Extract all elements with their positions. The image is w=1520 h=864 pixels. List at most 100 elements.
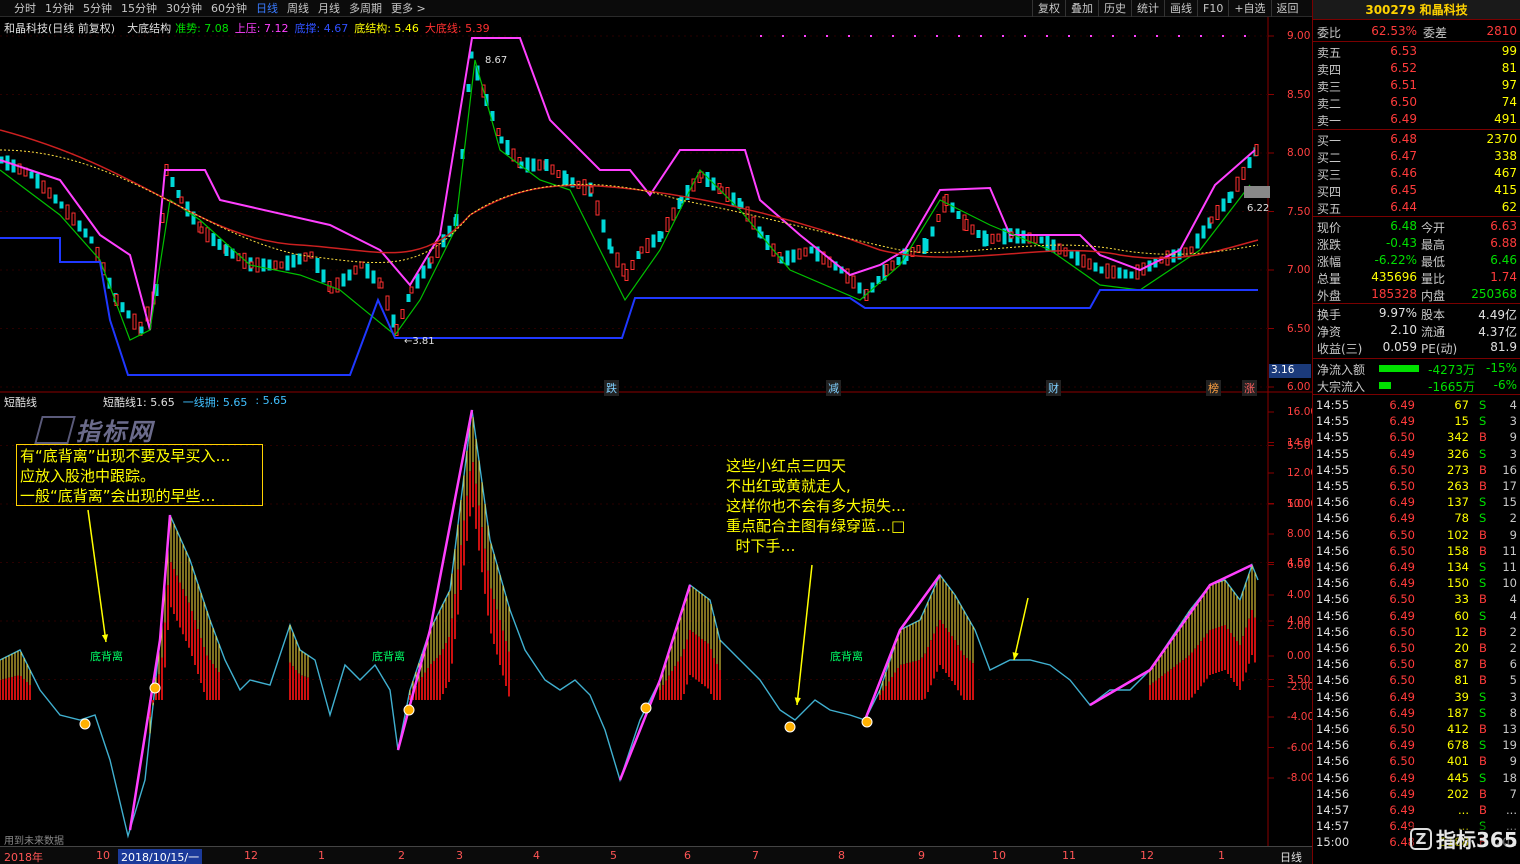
signal-dot[interactable] bbox=[403, 704, 415, 716]
tick-cell: B bbox=[1479, 592, 1487, 607]
tool-4[interactable]: 画线 bbox=[1164, 0, 1197, 17]
tick-row: 14:57 6.49... B... bbox=[1313, 802, 1520, 818]
low-annot: ←3.81 bbox=[404, 336, 435, 347]
indicator-name[interactable]: 大底结构 bbox=[127, 20, 171, 35]
price-tick: 9.00 bbox=[1287, 30, 1311, 42]
tick-cell: 4 bbox=[1509, 398, 1517, 412]
buy-price: 6.44 bbox=[1390, 200, 1417, 214]
tick-cell: 6.50 bbox=[1389, 592, 1415, 607]
tool-5[interactable]: F10 bbox=[1197, 0, 1228, 17]
period-8[interactable]: 月线 bbox=[318, 0, 340, 16]
tool-0[interactable]: 复权 bbox=[1032, 0, 1065, 17]
kline-chart[interactable]: 8.67 ←3.81 6.22 bbox=[0, 17, 1312, 846]
tick-cell: 6.50 bbox=[1389, 543, 1415, 558]
tick-cell: 9 bbox=[1509, 527, 1517, 542]
sell-price: 6.49 bbox=[1390, 112, 1417, 126]
quote-l1: 现价 bbox=[1317, 221, 1342, 235]
sell-price: 6.50 bbox=[1390, 95, 1417, 109]
tool-7[interactable]: 返回 bbox=[1270, 0, 1304, 17]
event-marker-2[interactable]: 财 bbox=[1046, 380, 1061, 396]
tool-buttons: 复权 叠加 历史 统计 画线 F10 +自选 返回 bbox=[1032, 0, 1304, 17]
date-axis[interactable]: 日线 2018年 10 2018/10/15/一 12 1 2 3 4 5 6 7 8 9 10 11 12 1 bbox=[0, 846, 1312, 864]
date-label-7: 4 bbox=[533, 849, 540, 862]
period-label[interactable]: 日线 bbox=[1280, 849, 1302, 864]
quote-v1: 185328 bbox=[1371, 287, 1417, 301]
period-10[interactable]: 更多 > bbox=[391, 0, 426, 16]
signal-dot[interactable] bbox=[861, 716, 873, 728]
separator bbox=[1313, 303, 1520, 304]
tick-cell: 19 bbox=[1502, 738, 1517, 753]
stat-v1: 0.059 bbox=[1382, 340, 1417, 354]
period-6[interactable]: 日线 bbox=[256, 0, 278, 16]
quote-row: 大宗流入 -1665万 -6% bbox=[1313, 377, 1520, 394]
watermark-text: 指标网 bbox=[76, 418, 154, 446]
period-3[interactable]: 15分钟 bbox=[121, 0, 157, 16]
tick-row: 14:56 6.50 20 B 2 bbox=[1313, 640, 1520, 656]
tick-cell: 14:56 bbox=[1316, 722, 1350, 736]
quote-v1: -6.22% bbox=[1374, 253, 1417, 267]
period-1[interactable]: 1分钟 bbox=[45, 0, 74, 16]
tick-cell: 6.49 bbox=[1389, 446, 1415, 461]
period-5[interactable]: 60分钟 bbox=[211, 0, 247, 16]
tick-cell: S bbox=[1479, 738, 1487, 753]
osc-tick: 8.00 bbox=[1287, 528, 1311, 540]
sub-legend: 短酷线 短酷线1: 5.65 一线拥: 5.65: 5.65 bbox=[4, 394, 287, 409]
tick-cell: 14:56 bbox=[1316, 527, 1350, 542]
tick-cell: 87 bbox=[1454, 657, 1469, 672]
tick-cell: 14:55 bbox=[1316, 479, 1350, 493]
osc-tick: 2.00 bbox=[1287, 619, 1311, 632]
note2-line: 时下手… bbox=[726, 537, 796, 555]
flow-bar bbox=[1379, 382, 1391, 389]
buy-vol: 415 bbox=[1494, 183, 1517, 197]
period-7[interactable]: 周线 bbox=[287, 0, 309, 16]
main-legend: 和晶科技(日线 前复权) 大底结构 准势: 7.08 上压: 7.12 底撑: 4.… bbox=[4, 20, 490, 35]
event-marker-3[interactable]: 榜 bbox=[1206, 380, 1221, 396]
period-4[interactable]: 30分钟 bbox=[166, 0, 202, 16]
date-label-13: 10 bbox=[992, 849, 1006, 862]
signal-dot[interactable] bbox=[784, 721, 796, 733]
tick-cell: 6.49 bbox=[1389, 560, 1415, 574]
tool-3[interactable]: 统计 bbox=[1131, 0, 1164, 17]
tick-cell: 18 bbox=[1502, 770, 1517, 785]
signal-dot[interactable] bbox=[640, 702, 652, 714]
signal-dot[interactable] bbox=[149, 682, 161, 694]
quote-row: 买四 6.45 415 bbox=[1313, 182, 1520, 199]
period-9[interactable]: 多周期 bbox=[349, 0, 382, 16]
tick-cell: S bbox=[1479, 560, 1487, 574]
quote-row: 卖五 6.53 99 bbox=[1313, 43, 1520, 60]
tick-cell: 6.49 bbox=[1389, 414, 1415, 429]
legend-item-0: 准势: 7.08 bbox=[175, 22, 229, 35]
period-2[interactable]: 5分钟 bbox=[83, 0, 112, 16]
date-label-9: 6 bbox=[684, 849, 691, 862]
event-marker-1[interactable]: 减 bbox=[826, 380, 841, 396]
buy-label: 买四 bbox=[1317, 185, 1342, 199]
signal-dot[interactable] bbox=[79, 718, 91, 730]
tick-cell: 14:56 bbox=[1316, 754, 1350, 769]
sell-vol: 81 bbox=[1501, 61, 1517, 75]
event-marker-4[interactable]: 涨 bbox=[1242, 380, 1257, 396]
tool-6[interactable]: +自选 bbox=[1228, 0, 1270, 17]
tick-cell: 6.50 bbox=[1389, 722, 1415, 736]
divergence-tag-1: 底背离 bbox=[90, 650, 123, 663]
tick-cell: 14:55 bbox=[1316, 398, 1350, 412]
tick-cell: 20 bbox=[1454, 641, 1469, 655]
tick-row: 14:56 6.50 81 B 5 bbox=[1313, 672, 1520, 688]
tool-1[interactable]: 叠加 bbox=[1065, 0, 1098, 17]
quote-row: 买五 6.44 62 bbox=[1313, 199, 1520, 216]
osc-tick: 0.00 bbox=[1287, 650, 1311, 662]
tool-2[interactable]: 历史 bbox=[1098, 0, 1131, 17]
stock-code-name[interactable]: 300279 和晶科技 bbox=[1313, 0, 1520, 20]
stat-l2: 股本 bbox=[1421, 308, 1446, 322]
period-0[interactable]: 分时 bbox=[14, 0, 36, 16]
tick-cell: S bbox=[1479, 398, 1487, 412]
tick-cell: 14:56 bbox=[1316, 673, 1350, 688]
tick-cell: 14:55 bbox=[1316, 462, 1350, 477]
watermark-logo: 指标网 bbox=[34, 412, 154, 447]
flow-pct: -6% bbox=[1493, 378, 1517, 392]
sub-indicator-name[interactable]: 短酷线 bbox=[4, 394, 37, 409]
tick-cell: 187 bbox=[1447, 705, 1469, 720]
osc-tick: -6.00 bbox=[1287, 741, 1315, 754]
quote-row: 委比 62.53% 委差 2810 bbox=[1313, 23, 1520, 40]
event-marker-0[interactable]: 跌 bbox=[604, 380, 619, 396]
tick-row: 14:55 6.50 263 B 17 bbox=[1313, 478, 1520, 494]
